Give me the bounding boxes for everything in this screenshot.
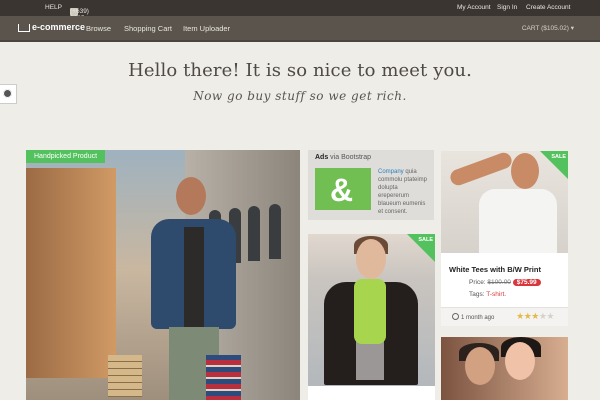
posted-time: 1 month ago (452, 313, 494, 321)
product-card[interactable]: SALE White Tees with B/W Print Price: $1… (441, 151, 568, 326)
cart-summary[interactable]: CART ($105.02) ▾ (522, 24, 574, 32)
hero-section: Hello there! It is so nice to meet you. … (0, 60, 600, 103)
shirt-shape (184, 227, 204, 337)
nav-item-uploader[interactable]: Item Uploader (183, 24, 230, 33)
ad-company-link[interactable]: Company (378, 169, 404, 175)
brand-logo[interactable]: e-commerce (18, 22, 85, 32)
books-stack-right (206, 355, 241, 400)
sale-label: SALE (418, 237, 433, 243)
sale-product-card[interactable]: SALE (308, 234, 435, 400)
face-shape (465, 347, 495, 385)
arm-shape (448, 151, 514, 188)
head-shape (511, 153, 539, 189)
window-decoration (269, 204, 281, 259)
ads-title: Ads via Bootstrap (315, 154, 372, 161)
old-price: $100.00 (487, 279, 511, 286)
featured-product-card[interactable]: Handpicked Product (26, 150, 300, 400)
clock-icon (452, 313, 459, 320)
head-shape (356, 239, 386, 279)
top-utility-bar: HELP (+639) 3665-7624 My Account Sign In… (0, 0, 600, 29)
cart-icon (18, 23, 30, 32)
product-footer: 1 month ago ★★★★★ (441, 307, 568, 326)
city-background-left (26, 168, 116, 378)
sign-in-link[interactable]: Sign In (497, 4, 517, 11)
sale-price-badge: $75.99 (512, 279, 541, 286)
shirt-shape (479, 189, 557, 253)
help-link[interactable]: HELP (45, 4, 62, 11)
rating-stars: ★★★★★ (516, 311, 554, 322)
additional-product-photo[interactable] (441, 337, 568, 400)
featured-ribbon: Handpicked Product (26, 150, 106, 163)
star-empty-icon: ★ (546, 311, 554, 321)
books-stack-left (108, 355, 142, 397)
star-filled-icon: ★ (531, 311, 539, 321)
page-subtitle: Now go buy stuff so we get rich. (193, 89, 407, 103)
nav-browse[interactable]: Browse (86, 24, 111, 33)
nav-shopping-cart[interactable]: Shopping Cart (124, 24, 172, 33)
my-account-link[interactable]: My Account (457, 4, 491, 11)
face-shape (505, 342, 535, 380)
tags-row: Tags: T-shirt. (469, 291, 507, 298)
head-shape (176, 177, 206, 215)
page-title: Hello there! It is so nice to meet you. (128, 60, 472, 81)
ads-box[interactable]: Ads via Bootstrap & Company quia commolu… (308, 150, 434, 220)
window-decoration (248, 206, 260, 261)
tag-link[interactable]: T-shirt. (486, 291, 506, 298)
sale-label: SALE (551, 154, 566, 160)
price-row: Price: $100.00 $75.99 (469, 279, 541, 286)
create-account-link[interactable]: Create Account (526, 4, 570, 11)
bootstrap-logo-icon[interactable]: & (315, 168, 371, 210)
product-title[interactable]: White Tees with B/W Print (449, 265, 541, 274)
main-navigation: e-commerce Browse Shopping Cart Item Upl… (0, 16, 600, 42)
scarf-shape (354, 279, 386, 344)
star-filled-icon: ★ (516, 311, 524, 321)
ad-copy: Company quia commolu ptateimp dolupta er… (378, 169, 428, 215)
